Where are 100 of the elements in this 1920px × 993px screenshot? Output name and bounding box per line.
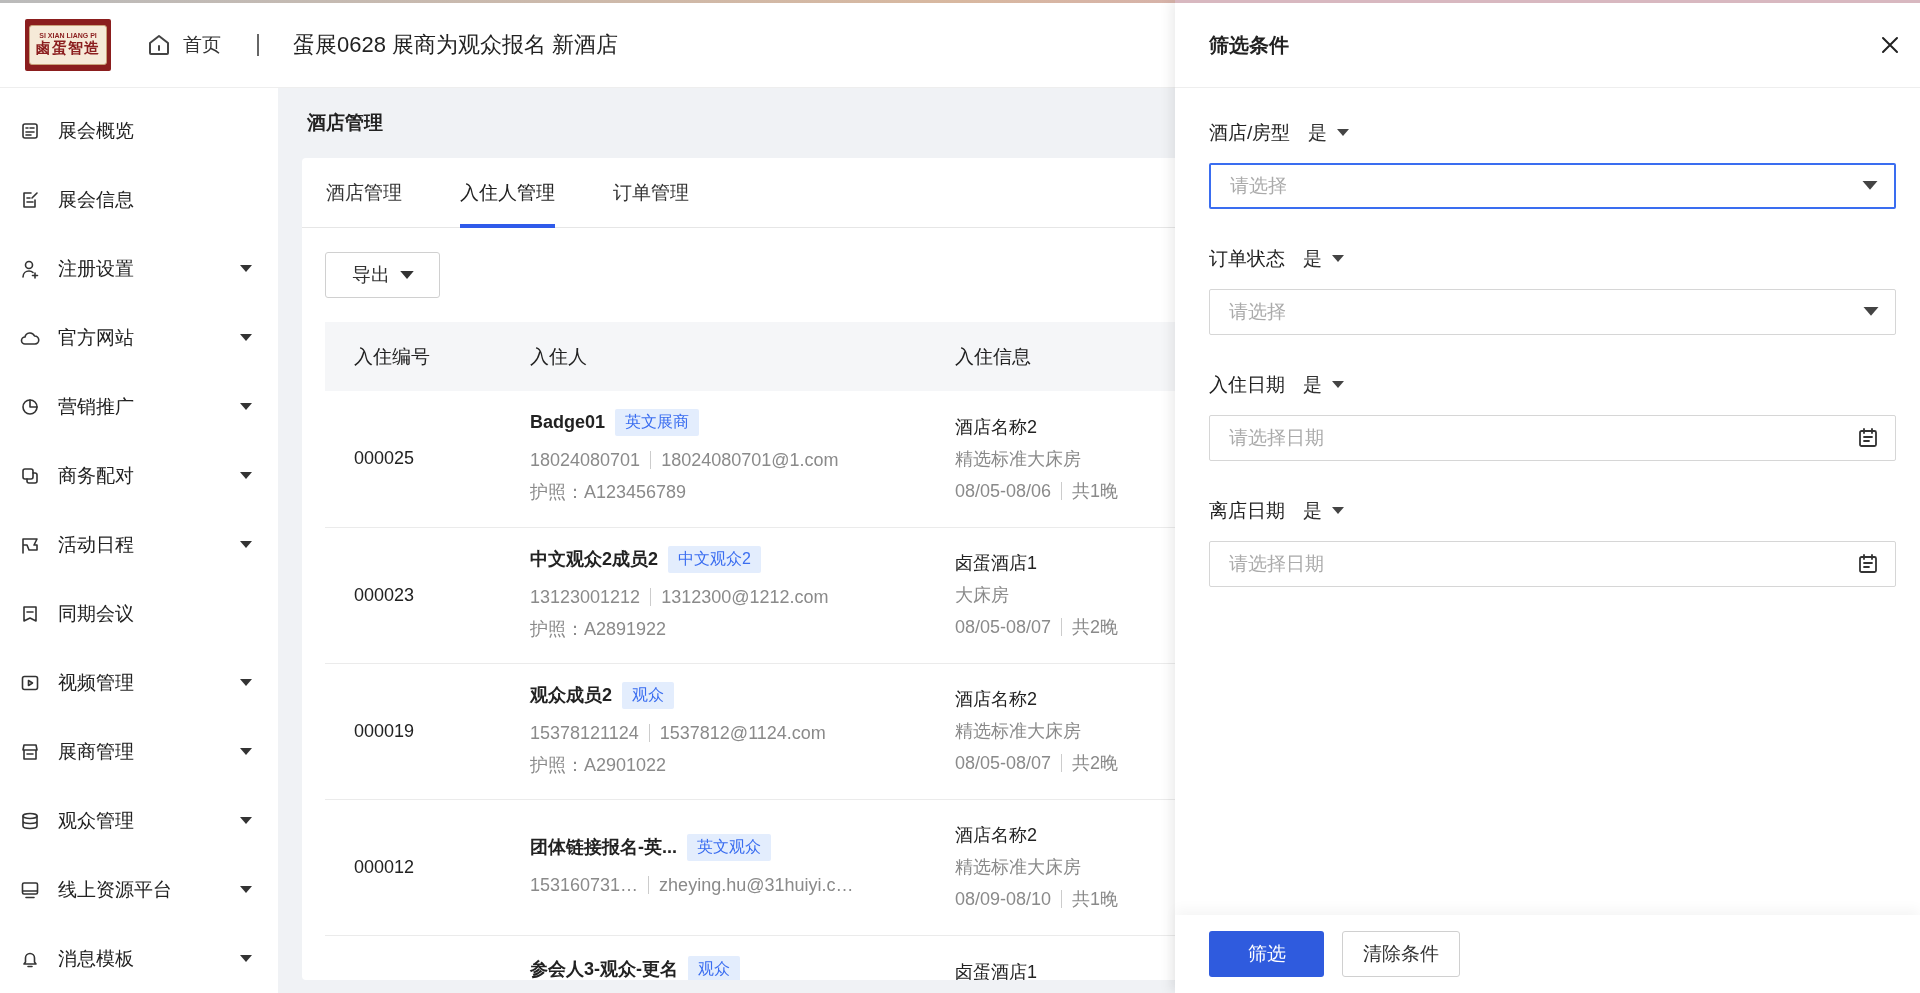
sidebar-item[interactable]: 商务配对 (0, 441, 278, 510)
guest-tag: 英文展商 (615, 409, 700, 437)
caret-icon (240, 954, 252, 963)
table-cell: 000019 (325, 663, 530, 799)
night-count: 共1晚 (1072, 479, 1119, 503)
user-add-icon (20, 258, 40, 279)
field-label: 离店日期 (1209, 499, 1285, 523)
phone-number: 15378121124 (530, 721, 639, 745)
tab[interactable]: 入住人管理 (460, 158, 555, 228)
guest-tag: 观众 (622, 681, 674, 709)
caret-icon (1337, 129, 1350, 137)
guest-tag: 观众 (688, 955, 740, 980)
caret-icon (240, 540, 252, 549)
night-count: 共2晚 (1072, 752, 1119, 775)
hotel-name: 酒店名称2 (955, 824, 1037, 847)
clear-button[interactable]: 清除条件 (1342, 931, 1460, 977)
guest-name: Badge01 (530, 412, 606, 434)
sidebar-item[interactable]: 活动日程 (0, 510, 278, 579)
close-icon[interactable] (1880, 35, 1900, 55)
guest-name: 团体链接报名-英... (530, 836, 677, 859)
condition-dropdown[interactable]: 是 (1304, 120, 1354, 146)
caret-icon (1332, 507, 1344, 515)
section-title: 酒店管理 (306, 111, 383, 135)
passport-number: 护照：A2891922 (530, 617, 668, 641)
hotel-name: 卤蛋酒店1 (955, 960, 1037, 980)
room-type: 精选标准大床房 (955, 720, 1082, 743)
caret-icon (240, 678, 252, 687)
email-address: zheying.hu@31huiyi.c… (659, 873, 854, 897)
field-label: 酒店/房型 (1209, 121, 1291, 145)
guest-tag: 英文观众 (687, 833, 771, 861)
sidebar-item[interactable]: 注册设置 (0, 234, 278, 303)
page-heading: 蛋展0628 展商为观众报名 新酒店 (293, 31, 619, 59)
pie-chart-icon (20, 396, 40, 417)
export-button[interactable]: 导出 (325, 252, 440, 298)
caret-icon (1332, 381, 1344, 389)
tab[interactable]: 酒店管理 (326, 158, 402, 228)
list-icon (20, 120, 40, 141)
column-header: 入住人 (530, 322, 955, 391)
email-address: 18024080701@1.com (661, 449, 839, 473)
caret-icon (240, 816, 252, 825)
calendar-icon (1857, 553, 1879, 575)
caret-icon (240, 264, 252, 273)
hotel-name: 酒店名称2 (955, 688, 1037, 711)
caret-icon (240, 333, 252, 342)
filter-button[interactable]: 筛选 (1209, 931, 1324, 977)
caret-icon (240, 471, 252, 480)
stay-dates: 08/05-08/07 (955, 752, 1052, 775)
sidebar-item[interactable]: 展会信息 (0, 165, 278, 234)
stay-dates: 08/05-08/07 (955, 616, 1052, 639)
tab[interactable]: 订单管理 (613, 158, 689, 228)
caret-icon (240, 402, 252, 411)
calendar-icon (1857, 427, 1879, 449)
logo-text: 鹵蛋智造 (36, 39, 100, 58)
phone-number: 18024080701 (530, 449, 641, 473)
edit-icon (20, 189, 40, 210)
hotel-name: 酒店名称2 (955, 415, 1037, 439)
caret-icon (1332, 255, 1344, 263)
caret-icon (240, 747, 252, 756)
sidebar-item[interactable]: 同期会议 (0, 579, 278, 648)
caret-icon (1862, 181, 1878, 191)
guest-tag: 中文观众2 (668, 545, 761, 573)
sidebar-item[interactable]: 展商管理 (0, 717, 278, 786)
copy-icon (20, 465, 40, 486)
caret-icon (240, 885, 252, 894)
drawer-title: 筛选条件 (1209, 32, 1289, 58)
room-type: 大床房 (955, 584, 1010, 607)
passport-number: 护照：A123456789 (530, 481, 688, 505)
phone-number: 153160731… (530, 873, 639, 897)
column-header: 入住编号 (325, 322, 530, 391)
sidebar-item[interactable]: 视频管理 (0, 648, 278, 717)
sidebar-item[interactable]: 营销推广 (0, 372, 278, 441)
phone-number: 13123001212 (530, 585, 641, 609)
sidebar-item[interactable]: 观众管理 (0, 786, 278, 855)
condition-dropdown[interactable]: 是 (1299, 498, 1348, 524)
sidebar-item[interactable]: 展会概览 (0, 96, 278, 165)
sidebar-item[interactable]: 官方网站 (0, 303, 278, 372)
condition-dropdown[interactable]: 是 (1299, 246, 1348, 272)
hotel-name: 卤蛋酒店1 (955, 552, 1037, 575)
table-cell: 000012 (325, 799, 530, 935)
room-type: 精选标准大床房 (955, 856, 1082, 879)
caret-icon (1863, 307, 1879, 317)
stay-dates: 08/05-08/06 (955, 479, 1052, 503)
store-icon (20, 741, 40, 762)
table-cell: 000023 (325, 527, 530, 663)
bookmark-icon (20, 603, 40, 624)
night-count: 共2晚 (1072, 616, 1119, 639)
field-label: 订单状态 (1209, 247, 1285, 271)
night-count: 共1晚 (1072, 888, 1119, 911)
guest-name: 观众成员2 (530, 684, 612, 707)
database-icon (20, 810, 40, 831)
guest-name: 参会人3-观众-更名 (530, 958, 678, 980)
passport-number: 护照：A2901022 (530, 753, 668, 777)
home-link[interactable]: 首页 (147, 32, 221, 58)
email-address: 1537812@1124.com (659, 721, 826, 745)
room-type: 精选标准大床房 (955, 447, 1082, 471)
guest-name: 中文观众2成员2 (530, 548, 659, 571)
sidebar-item[interactable]: 线上资源平台 (0, 855, 278, 924)
table-cell: 000025 (325, 391, 530, 527)
home-icon (147, 33, 171, 57)
sidebar-item[interactable]: 消息模板 (0, 924, 278, 993)
